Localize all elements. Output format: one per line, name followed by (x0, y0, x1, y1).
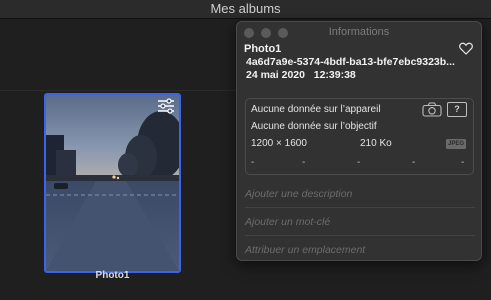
keyword-field[interactable]: Ajouter un mot-clé (245, 216, 475, 228)
lens-info: Aucune donnée sur l’objectif (251, 121, 377, 132)
camera-icon (422, 102, 442, 117)
dimensions: 1200 × 1600 (251, 138, 307, 149)
device-info: Aucune donnée sur l’appareil (251, 104, 381, 115)
photo-time: 12:39:38 (313, 69, 356, 81)
photo-thumbnail[interactable] (44, 93, 181, 273)
panel-titlebar: Informations (237, 22, 481, 42)
metadata-box: Aucune donnée sur l’appareil Aucune donn… (245, 98, 474, 175)
photos-window: Mes albums Photo1 Informations Photo1 4a… (0, 0, 491, 300)
thumbnail-label: Photo1 (95, 270, 130, 281)
field-divider (245, 207, 475, 208)
window-titlebar: Mes albums (0, 0, 491, 19)
file-size: 210 Ko (360, 138, 392, 149)
heart-icon[interactable] (459, 42, 473, 55)
exif-iso: - (251, 157, 255, 168)
exif-focal: - (302, 157, 306, 168)
exif-shutter: - (461, 157, 465, 168)
info-panel: Informations Photo1 4a6d7a9e-5374-4bdf-b… (236, 21, 482, 261)
photo-datetime[interactable]: 24 mai 2020 12:39:38 (246, 69, 356, 81)
photo-date: 24 mai 2020 (246, 69, 305, 81)
exif-aperture: - (412, 157, 416, 168)
photo-id: 4a6d7a9e-5374-4bdf-ba13-bfe7ebc9323b... (246, 56, 455, 68)
format-badge: JPEG (446, 139, 467, 149)
panel-title: Informations (328, 26, 390, 38)
window-title: Mes albums (210, 1, 281, 16)
exif-row: - - - - - (246, 157, 473, 169)
exif-exposure: - (357, 157, 361, 168)
field-divider (245, 235, 475, 236)
content-divider (0, 90, 240, 91)
adjust-icon[interactable] (157, 98, 175, 114)
photo-thumbnail-image (46, 95, 179, 271)
description-field[interactable]: Ajouter une description (245, 188, 475, 200)
location-field[interactable]: Attribuer un emplacement (245, 244, 475, 256)
photo-name[interactable]: Photo1 (244, 43, 281, 55)
help-icon: ? (447, 102, 467, 117)
